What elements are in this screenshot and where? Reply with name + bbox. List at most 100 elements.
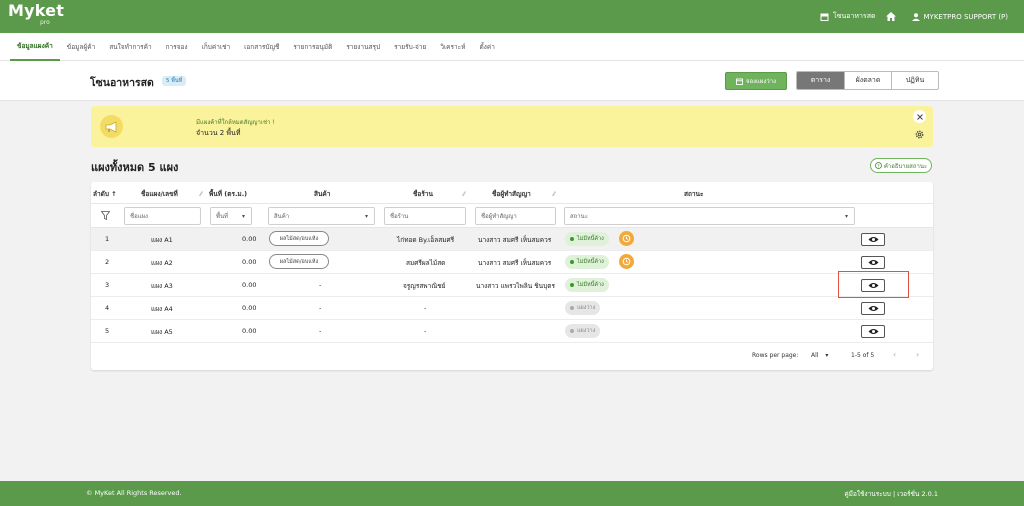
col-no[interactable]: ลำดับ ↑ bbox=[93, 189, 117, 199]
filter-product-select[interactable]: สินค้า ▾ bbox=[268, 207, 375, 225]
status-text: แผงว่าง bbox=[577, 328, 596, 334]
user-icon bbox=[911, 12, 920, 21]
status-badge: ไม่มีหนี้ค้าง bbox=[565, 278, 609, 292]
table-row[interactable]: 4 แผง A4 0.00 - - แผงว่าง bbox=[91, 297, 933, 320]
cell-area: 0.00 bbox=[242, 281, 257, 289]
table-row[interactable]: 1 แผง A1 0.00 ผลไม้สด/อบแห้ง ไก่ทอด By.เ… bbox=[91, 228, 933, 251]
section-title: แผงทั้งหมด 5 แผง bbox=[91, 161, 179, 174]
chevron-down-icon: ▾ bbox=[844, 213, 848, 220]
book-vacant-stall-button[interactable]: จองแผงว่าง bbox=[725, 72, 787, 90]
cell-no: 1 bbox=[105, 235, 110, 243]
menu-summary-report[interactable]: รายงานสรุป bbox=[339, 33, 387, 61]
table-row[interactable]: 3 แผง A3 0.00 - จรูญรสพาณิชย์ นางสาว แพร… bbox=[91, 274, 933, 297]
pagination: Rows per page: All ▾ 1-5 of 5 ‹ › bbox=[91, 344, 933, 368]
close-icon[interactable] bbox=[913, 110, 926, 123]
col-contract[interactable]: ชื่อผู้ทำสัญญา bbox=[492, 189, 531, 199]
menu-approvals[interactable]: รายการอนุมัติ bbox=[286, 33, 339, 61]
status-legend-button[interactable]: ? คำอธิบายสถานะ bbox=[870, 158, 932, 173]
chevron-right-icon[interactable]: › bbox=[916, 350, 919, 359]
filter-status-select[interactable]: สถานะ ▾ bbox=[564, 207, 855, 225]
app-logo[interactable]: Myket pro bbox=[8, 3, 64, 26]
gear-icon[interactable] bbox=[914, 129, 925, 142]
cell-name: แผง A1 bbox=[151, 236, 173, 244]
store-icon bbox=[820, 13, 829, 21]
cell-contract: นางสาว สมศรี เห็นสมควร bbox=[478, 236, 552, 244]
cell-contract: นางสาว สมศรี เห็นสมควร bbox=[478, 259, 552, 267]
filter-name-input[interactable]: ชื่อแผง bbox=[124, 207, 201, 225]
view-eye-icon[interactable] bbox=[861, 256, 885, 269]
resize-handle[interactable]: ⁄⁄ bbox=[463, 191, 465, 198]
filter-area-text: พื้นที่ bbox=[216, 213, 229, 220]
filter-product-text: สินค้า bbox=[274, 213, 290, 220]
menu-collect-rent[interactable]: เก็บค่าเช่า bbox=[195, 33, 238, 61]
status-text: ไม่มีหนี้ค้าง bbox=[577, 282, 604, 288]
highlight-box bbox=[838, 271, 909, 298]
view-table-tab[interactable]: ตาราง bbox=[797, 72, 844, 89]
user-menu[interactable]: MYKETPRO SUPPORT (P) bbox=[911, 12, 1008, 21]
stall-table: ลำดับ ↑ ชื่อแผง/เลขที่ ⁄⁄ พื้นที่ (ตร.ม.… bbox=[91, 182, 933, 370]
col-area[interactable]: พื้นที่ (ตร.ม.) bbox=[209, 189, 247, 199]
chevron-down-icon: ▾ bbox=[364, 213, 368, 220]
view-eye-icon[interactable] bbox=[861, 233, 885, 246]
filter-contract-input[interactable]: ชื่อผู้ทำสัญญา bbox=[475, 207, 556, 225]
cell-no: 2 bbox=[105, 258, 110, 266]
cell-shop: - bbox=[424, 304, 427, 312]
menu-settings[interactable]: ตั้งค่า bbox=[472, 33, 501, 61]
store-selector[interactable]: โซนอาหารสด bbox=[820, 11, 876, 22]
contract-expiring-icon bbox=[619, 231, 634, 246]
view-eye-icon[interactable] bbox=[861, 325, 885, 338]
cell-no: 5 bbox=[105, 327, 110, 335]
notice-title: มีแผงค้าที่ใกล้หมดสัญญาเช่า ! bbox=[196, 119, 275, 126]
manual-version-link[interactable]: คู่มือใช้งานระบบ | เวอร์ชั่น 2.0.1 bbox=[844, 489, 938, 499]
help-icon: ? bbox=[874, 162, 882, 169]
status-badge: แผงว่าง bbox=[565, 301, 601, 315]
menu-interested[interactable]: สนใจทำการค้า bbox=[102, 33, 158, 61]
view-calendar-tab[interactable]: ปฏิทิน bbox=[891, 72, 938, 89]
menu-income-expense[interactable]: รายรับ-จ่าย bbox=[387, 33, 433, 61]
view-eye-icon[interactable] bbox=[861, 302, 885, 315]
cell-area: 0.00 bbox=[242, 258, 257, 266]
menu-stall-info[interactable]: ข้อมูลแผงค้า bbox=[10, 33, 60, 61]
cell-name: แผง A4 bbox=[151, 305, 173, 313]
col-product[interactable]: สินค้า bbox=[314, 189, 330, 199]
cell-name: แผง A2 bbox=[151, 259, 173, 267]
legend-button-label: คำอธิบายสถานะ bbox=[883, 162, 928, 170]
filter-icon[interactable] bbox=[101, 211, 110, 220]
col-shop[interactable]: ชื่อร้าน bbox=[413, 189, 433, 199]
resize-handle[interactable]: ⁄⁄ bbox=[200, 191, 202, 198]
filter-shop-input[interactable]: ชื่อร้าน bbox=[384, 207, 466, 225]
menu-vendor-info[interactable]: ข้อมูลผู้ค้า bbox=[60, 33, 102, 61]
cell-area: 0.00 bbox=[242, 304, 257, 312]
cell-area: 0.00 bbox=[242, 235, 257, 243]
status-badge: ไม่มีหนี้ค้าง bbox=[565, 232, 609, 246]
cell-no: 4 bbox=[105, 304, 110, 312]
cell-contract: นางสาว แพรวไพลิน ชินบุตร bbox=[476, 282, 555, 290]
status-dot bbox=[570, 283, 574, 287]
rows-per-page-select[interactable]: All ▾ bbox=[811, 352, 828, 359]
main-menu-bar: ข้อมูลแผงค้า ข้อมูลผู้ค้า สนใจทำการค้า ก… bbox=[0, 33, 1024, 61]
page-header: โซนอาหารสด 5 พื้นที่ จองแผงว่าง ตาราง ผั… bbox=[0, 61, 1024, 101]
status-dot bbox=[570, 329, 574, 333]
menu-booking[interactable]: การจอง bbox=[159, 33, 195, 61]
col-name[interactable]: ชื่อแผง/เลขที่ bbox=[141, 189, 178, 199]
rows-per-page-value: All bbox=[811, 352, 819, 359]
resize-handle[interactable]: ⁄⁄ bbox=[553, 191, 555, 198]
home-icon[interactable] bbox=[885, 12, 896, 21]
chevron-down-icon: ▾ bbox=[241, 213, 245, 220]
status-dot bbox=[570, 237, 574, 241]
col-status[interactable]: สถานะ bbox=[684, 189, 704, 199]
chevron-left-icon[interactable]: ‹ bbox=[893, 350, 896, 359]
cell-name: แผง A5 bbox=[151, 328, 173, 336]
filter-area-select[interactable]: พื้นที่ ▾ bbox=[210, 207, 252, 225]
status-dot bbox=[570, 260, 574, 264]
product-tag: ผลไม้สด/อบแห้ง bbox=[269, 231, 329, 246]
table-row[interactable]: 5 แผง A5 0.00 - - แผงว่าง bbox=[91, 320, 933, 343]
menu-accounting-docs[interactable]: เอกสารบัญชี bbox=[237, 33, 286, 61]
table-row[interactable]: 2 แผง A2 0.00 ผลไม้สด/อบแห้ง สมศรีผลไม้ส… bbox=[91, 251, 933, 274]
table-header: ลำดับ ↑ ชื่อแผง/เลขที่ ⁄⁄ พื้นที่ (ตร.ม.… bbox=[91, 182, 933, 204]
top-bar: Myket pro โซนอาหารสด MYKETPRO SUPPORT (P… bbox=[0, 0, 1024, 33]
view-map-tab[interactable]: ผังตลาด bbox=[844, 72, 891, 89]
menu-analytics[interactable]: วิเคราะห์ bbox=[433, 33, 472, 61]
page-title: โซนอาหารสด bbox=[90, 77, 154, 89]
rows-per-page-label: Rows per page: bbox=[752, 352, 799, 359]
